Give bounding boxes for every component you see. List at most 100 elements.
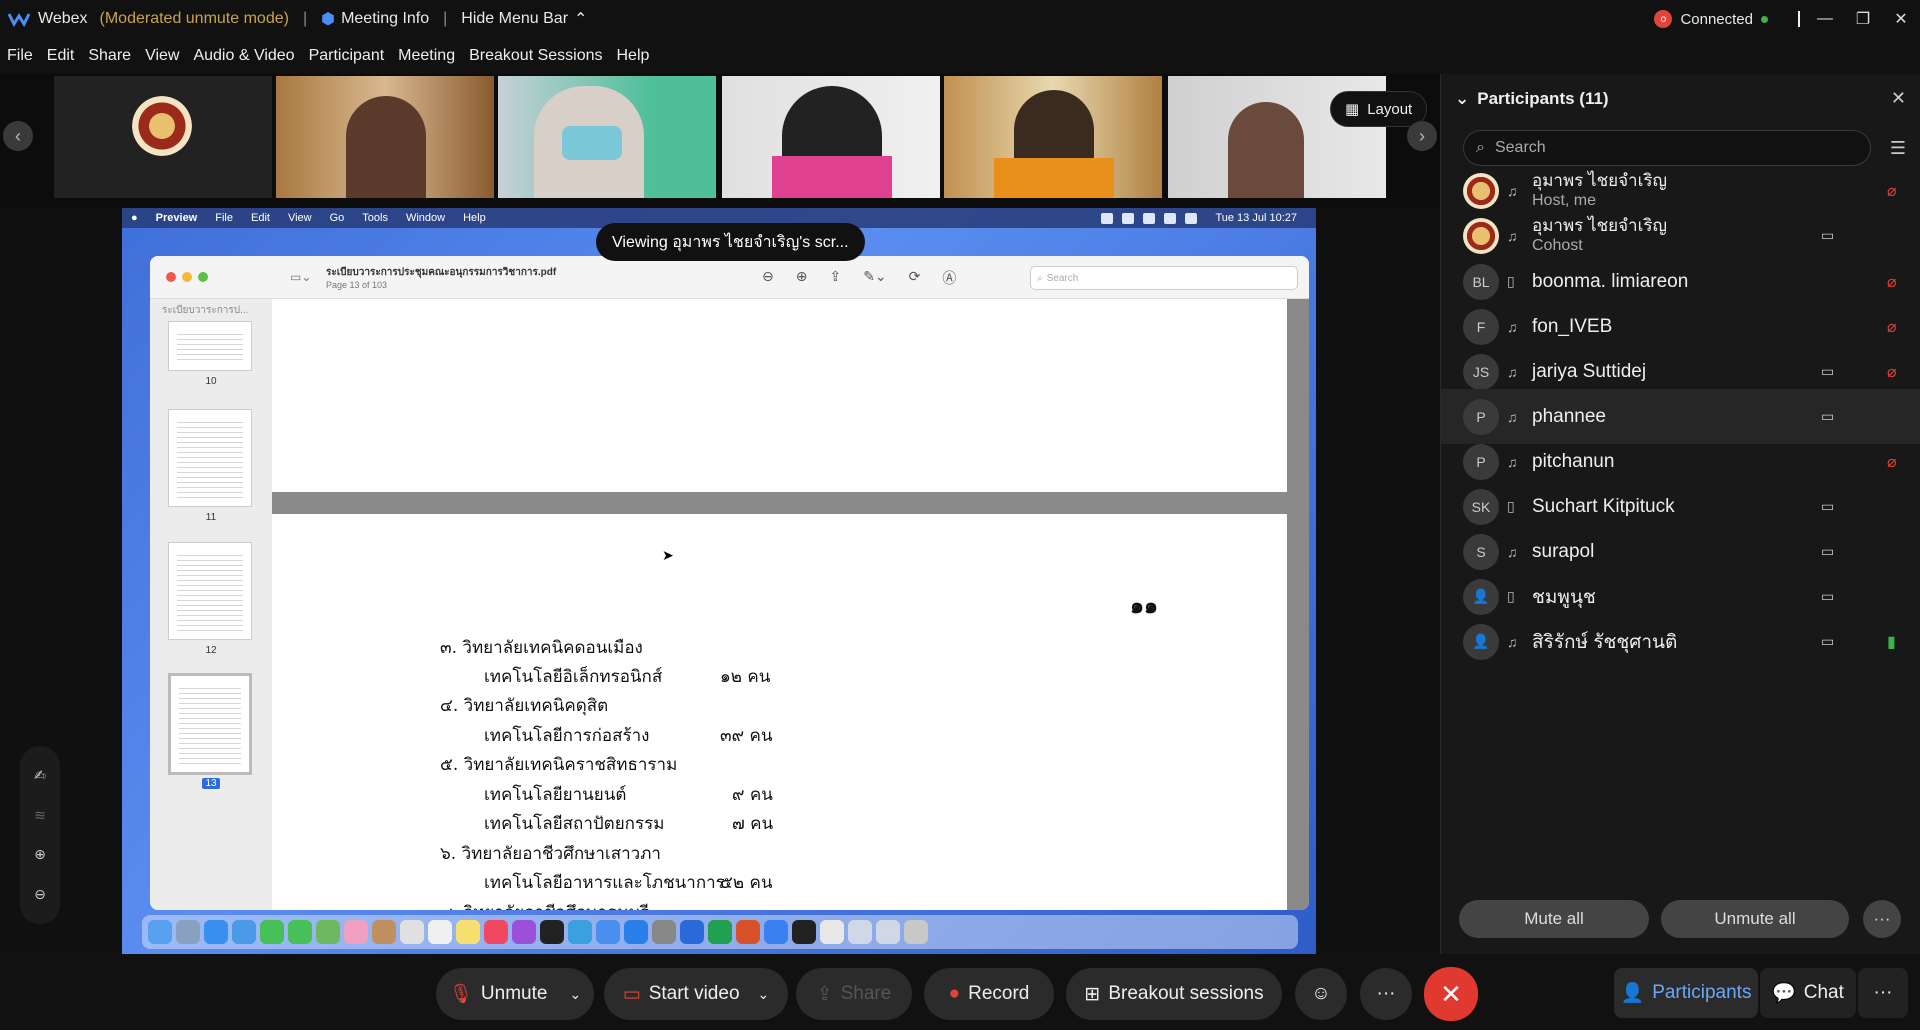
zoom-in-icon[interactable]: ⊕	[34, 846, 46, 863]
participant-row[interactable]: 👤 ♫ สิริรักษ์ รัชชุศานติ ▭ ▮	[1441, 614, 1920, 669]
annotate-pen-icon[interactable]: ✍	[34, 767, 46, 784]
strip-prev-icon[interactable]: ‹	[3, 121, 33, 151]
doc-line: เทคโนโลยีสถาปัตยกรรม	[484, 814, 665, 834]
facetime-icon	[260, 920, 284, 944]
video-tile[interactable]	[276, 76, 494, 198]
mic-muted-icon[interactable]: ⌀	[1887, 362, 1897, 382]
rotate-icon: ⟳	[908, 268, 921, 284]
end-meeting-icon[interactable]: ✕	[1424, 967, 1478, 1021]
start-video-button[interactable]: ▭ Start video ⌄	[604, 968, 788, 1020]
participant-figure	[346, 96, 426, 198]
status-icon	[1143, 212, 1156, 224]
video-off-icon: ▭	[622, 983, 641, 1005]
viewing-banner: Viewing อุมาพร ไชยจำเริญ's scr...	[596, 223, 865, 261]
layout-button[interactable]: ▦ Layout	[1330, 91, 1428, 127]
divider: |	[443, 10, 448, 27]
video-tile[interactable]	[722, 76, 940, 198]
close-window-icon[interactable]: ✕	[1882, 0, 1920, 38]
menu-breakout-sessions[interactable]: Breakout Sessions	[462, 47, 609, 65]
mac-menu-item: Tools	[362, 212, 388, 224]
chevron-down-icon[interactable]: ⌄	[758, 986, 770, 1003]
menu-help[interactable]: Help	[610, 47, 657, 65]
video-tile[interactable]	[54, 76, 272, 198]
zoom-app-icon	[764, 920, 788, 944]
menu-meeting[interactable]: Meeting	[391, 47, 462, 65]
zoom-out-icon[interactable]: ⊖	[34, 886, 46, 903]
thumbnail-sidebar: ระเบียบวาระการป... 10 11 12 13	[150, 299, 272, 910]
minimize-icon[interactable]: —	[1806, 0, 1844, 38]
avatar: P	[1463, 443, 1499, 480]
mic-muted-icon[interactable]: ⌀	[1887, 181, 1897, 201]
moderation-mode: (Moderated unmute mode)	[99, 10, 289, 27]
headset-icon: ♫	[1507, 227, 1518, 244]
more-panels-icon[interactable]: ···	[1858, 968, 1908, 1018]
sidebar-toggle-icon: ▭⌄	[290, 270, 312, 284]
more-icon[interactable]: ···	[1360, 968, 1412, 1020]
search-icon: ⌕	[1476, 139, 1485, 156]
hide-menu-bar-button[interactable]: Hide Menu Bar ⌃	[461, 9, 587, 29]
page-number: ๑๑	[1130, 593, 1158, 619]
webex-app-icon	[792, 920, 816, 944]
mic-muted-icon[interactable]: ⌀	[1887, 272, 1897, 292]
pdf-page-indicator: Page 13 of 103	[326, 280, 388, 290]
headset-icon: ♫	[1507, 363, 1518, 380]
breakout-sessions-button[interactable]: ⊞ Breakout sessions	[1066, 968, 1282, 1020]
avatar: S	[1463, 533, 1499, 570]
headset-icon: ♫	[1507, 543, 1518, 560]
preview-search: ⌕ Search	[1030, 266, 1298, 290]
share-button[interactable]: ⇪ Share	[796, 968, 912, 1020]
webex-logo-icon	[8, 13, 30, 27]
participants-header[interactable]: ⌄ Participants (11)	[1455, 89, 1609, 109]
mobile-device-icon: ▯	[1507, 273, 1515, 289]
record-button[interactable]: ● Record	[924, 968, 1054, 1020]
participants-panel: ⌄ Participants (11) ✕ ⌕ Search ☰ ♫ อุมาพร…	[1440, 74, 1920, 954]
connection-label: Connected	[1680, 10, 1753, 28]
video-tile[interactable]	[944, 76, 1162, 198]
window-controls: — ❐ ✕	[1806, 0, 1920, 38]
connection-status[interactable]: o Connected	[1654, 0, 1800, 38]
sort-icon[interactable]: ☰	[1890, 138, 1906, 159]
mic-muted-icon[interactable]: ⌀	[1887, 317, 1897, 337]
meeting-info-button[interactable]: ⬢ Meeting Info	[321, 9, 429, 29]
video-tile[interactable]	[498, 76, 716, 198]
video-camera-icon: ▭	[1821, 588, 1835, 604]
settings-icon	[652, 920, 676, 944]
strip-next-icon[interactable]: ›	[1407, 121, 1437, 151]
traffic-lights	[166, 272, 208, 282]
menu-share[interactable]: Share	[81, 47, 138, 65]
participant-name: ชมพูนุช	[1532, 586, 1596, 608]
menu-edit[interactable]: Edit	[40, 47, 82, 65]
participants-search-input[interactable]: ⌕ Search	[1463, 130, 1871, 166]
layers-icon[interactable]: ≋	[34, 807, 46, 824]
participants-button[interactable]: 👤 Participants	[1614, 968, 1758, 1018]
menu-file[interactable]: File	[0, 47, 40, 65]
unmute-button[interactable]: 🎙 Unmute ⌄	[436, 968, 594, 1020]
reminders-icon	[428, 920, 452, 944]
annotation-toolbar: ✍ ≋ ⊕ ⊖	[20, 746, 60, 924]
menu-view[interactable]: View	[138, 47, 186, 65]
mic-active-icon[interactable]: ▮	[1887, 632, 1896, 652]
markup-icon: ✎⌄	[863, 268, 887, 284]
reactions-icon[interactable]: ☺	[1295, 968, 1347, 1020]
menu-audio-video[interactable]: Audio & Video	[186, 47, 301, 65]
participant-name: อุมาพร ไชยจำเริญ	[1532, 170, 1668, 190]
mic-muted-icon[interactable]: ⌀	[1887, 452, 1897, 472]
layout-label: Layout	[1367, 100, 1413, 118]
close-dot-icon	[166, 272, 176, 282]
more-options-icon[interactable]: ···	[1863, 900, 1901, 938]
video-strip: ‹ ▦ Layout ›	[0, 74, 1440, 208]
mute-all-button[interactable]: Mute all	[1459, 900, 1649, 938]
doc-count: ๗ คน	[732, 814, 774, 834]
headset-icon: ♫	[1507, 318, 1518, 335]
unmute-all-button[interactable]: Unmute all	[1661, 900, 1849, 938]
restore-icon[interactable]: ❐	[1844, 0, 1882, 38]
menu-participant[interactable]: Participant	[302, 47, 392, 65]
participant-figure	[1228, 102, 1304, 198]
organization-logo	[132, 96, 192, 156]
avatar	[1463, 217, 1499, 254]
chat-button[interactable]: 💬 Chat	[1760, 968, 1856, 1018]
chevron-down-icon[interactable]: ⌄	[569, 986, 581, 1003]
clothing	[772, 156, 892, 198]
share-icon: ⇪	[829, 268, 842, 284]
close-panel-icon[interactable]: ✕	[1891, 88, 1906, 109]
